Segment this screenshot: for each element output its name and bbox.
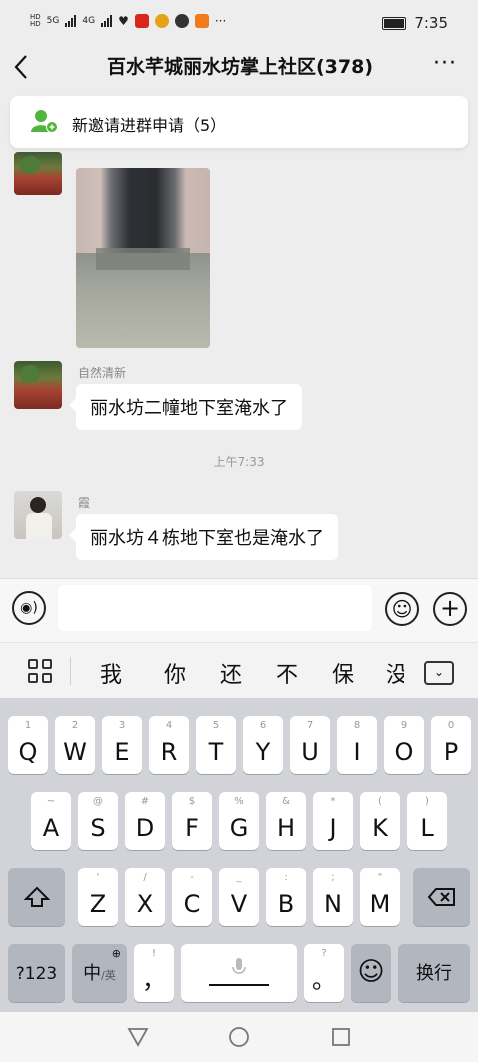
candidate-word[interactable]: 不 <box>276 657 298 689</box>
key-k[interactable]: (K <box>360 792 400 850</box>
status-time: 7:35 <box>414 14 448 32</box>
app-icon-red <box>134 14 149 28</box>
back-arrow-icon <box>14 55 27 79</box>
avatar[interactable] <box>14 152 62 195</box>
key-h[interactable]: & H <box>266 792 306 850</box>
candidate-word[interactable]: 我 <box>100 657 122 689</box>
key-j[interactable]: * J <box>313 792 353 850</box>
candidate-word[interactable]: 没 <box>386 657 404 689</box>
heart-icon: ♥ <box>118 14 129 28</box>
keyboard: 1Q 2W 3E 4R 5T 6Y 7U 8I 9O 0P ~ A @ S # D $… <box>0 698 478 1012</box>
message-input[interactable] <box>58 585 372 631</box>
key-a[interactable]: ~ A <box>31 792 71 850</box>
key-c[interactable]: -C <box>172 868 212 926</box>
emoji-icon[interactable]: ☺ <box>385 592 419 626</box>
key-f[interactable]: $ F <box>172 792 212 850</box>
key-z[interactable]: ' Z <box>78 868 118 926</box>
ime-menu-grid-icon[interactable] <box>28 659 52 683</box>
chat-title: 百水芊城丽水坊掌上社区(378) <box>106 56 374 78</box>
key-r[interactable]: 4R <box>149 716 189 774</box>
input-bar: ◉) ☺ + <box>0 578 478 643</box>
add-user-icon <box>30 108 58 134</box>
key-m[interactable]: " M <box>360 868 400 926</box>
key-u[interactable]: 7U <box>290 716 330 774</box>
chat-bubble-icon <box>174 14 189 28</box>
period-key[interactable]: ?。 <box>304 944 344 1002</box>
back-button[interactable] <box>12 52 38 82</box>
backspace-icon <box>427 888 455 906</box>
voice-input-icon[interactable]: ◉) <box>12 591 46 625</box>
network-5g-label: 5G <box>46 16 60 26</box>
backspace-key[interactable] <box>413 868 470 926</box>
play-app-icon <box>194 14 209 28</box>
status-left: HD HD 5G 4G ♥ ··· <box>30 14 226 28</box>
hd-icon: HD HD <box>30 13 41 28</box>
nav-recents-icon[interactable] <box>331 1027 351 1047</box>
nav-back-icon[interactable] <box>127 1027 149 1047</box>
candidate-word[interactable]: 你 <box>164 657 186 689</box>
microphone-icon <box>232 958 246 974</box>
status-bar: HD HD 5G 4G ♥ ··· 7:35 <box>0 0 478 44</box>
collapse-keyboard-icon[interactable]: ⌄ <box>424 661 454 685</box>
shift-icon <box>24 886 50 907</box>
network-4g-label: 4G <box>82 16 96 26</box>
space-key[interactable] <box>181 944 297 1002</box>
key-x[interactable]: / X <box>125 868 165 926</box>
space-bar-line <box>209 984 269 986</box>
comma-key[interactable]: !， <box>134 944 174 1002</box>
candidate-word[interactable]: 保 <box>332 657 354 689</box>
emoji-key[interactable]: ☺ <box>351 944 391 1002</box>
more-notifications-icon: ··· <box>214 14 227 28</box>
more-button[interactable]: ··· <box>428 52 462 82</box>
key-l[interactable]: ) L <box>407 792 447 850</box>
candidate-word[interactable]: 还 <box>220 657 242 689</box>
key-v[interactable]: _ V <box>219 868 259 926</box>
key-q[interactable]: 1Q <box>8 716 48 774</box>
signal-icon-2 <box>101 15 113 27</box>
sender-name: 自然清新 <box>78 366 127 380</box>
sender-name: 霞 <box>78 496 91 510</box>
ime-candidate-bar: 我 你 还 不 保 没 ⌄ <box>0 642 478 699</box>
time-divider: 上午7:33 <box>213 455 265 469</box>
notice-text: 新邀请进群申请（5） <box>72 116 227 135</box>
enter-key[interactable]: 换行 <box>398 944 470 1002</box>
status-right: 7:35 <box>382 14 448 32</box>
message-bubble[interactable]: 丽水坊二幢地下室淹水了 <box>69 384 302 430</box>
shift-key[interactable] <box>8 868 65 926</box>
language-switch-key[interactable]: ⊕ 中/英 <box>72 944 127 1002</box>
key-e[interactable]: 3E <box>102 716 142 774</box>
key-p[interactable]: 0P <box>431 716 471 774</box>
smiley-icon: ☺ <box>357 957 385 987</box>
key-i[interactable]: 8I <box>337 716 377 774</box>
key-o[interactable]: 9O <box>384 716 424 774</box>
key-b[interactable]: :B <box>266 868 306 926</box>
key-y[interactable]: 6Y <box>243 716 283 774</box>
message-bubble[interactable]: 丽水坊４栋地下室也是淹水了 <box>69 514 338 560</box>
globe-icon: ⊕ <box>111 947 121 960</box>
key-n[interactable]: ; N <box>313 868 353 926</box>
key-g[interactable]: % G <box>219 792 259 850</box>
join-request-notice[interactable]: 新邀请进群申请（5） <box>10 96 468 148</box>
key-s[interactable]: @ S <box>78 792 118 850</box>
battery-icon <box>382 16 407 30</box>
key-w[interactable]: 2W <box>55 716 95 774</box>
key-d[interactable]: # D <box>125 792 165 850</box>
signal-icon <box>65 15 77 27</box>
system-nav-bar <box>0 1012 478 1062</box>
avatar[interactable] <box>14 491 62 539</box>
plus-icon[interactable]: + <box>433 592 467 626</box>
image-message[interactable] <box>76 168 210 348</box>
number-symbol-key[interactable]: ?123 <box>8 944 65 1002</box>
avatar[interactable] <box>14 361 62 409</box>
weibo-icon <box>154 14 169 28</box>
key-t[interactable]: 5T <box>196 716 236 774</box>
nav-home-icon[interactable] <box>228 1026 250 1048</box>
